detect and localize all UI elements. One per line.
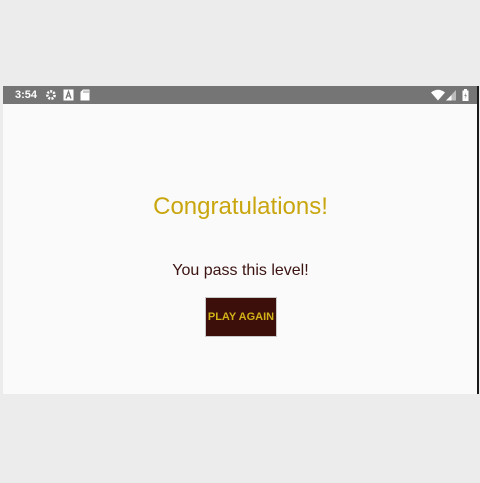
gear-icon	[46, 90, 56, 100]
wifi-icon	[431, 89, 445, 101]
device-edge	[477, 86, 479, 394]
congratulations-title: Congratulations!	[153, 193, 328, 220]
a-icon	[63, 89, 74, 101]
level-passed-message: You pass this level!	[172, 262, 309, 279]
battery-icon	[462, 89, 469, 101]
status-time: 3:54	[15, 89, 38, 101]
app-screen: 3:54 Congratulations! You pass this leve…	[3, 86, 478, 394]
status-bar: 3:54	[3, 86, 478, 104]
level-complete-content: Congratulations! You pass this level! PL…	[3, 104, 478, 394]
play-again-button[interactable]: PLAY AGAIN	[205, 297, 277, 337]
signal-icon	[446, 90, 456, 101]
sd-card-icon	[80, 89, 90, 101]
